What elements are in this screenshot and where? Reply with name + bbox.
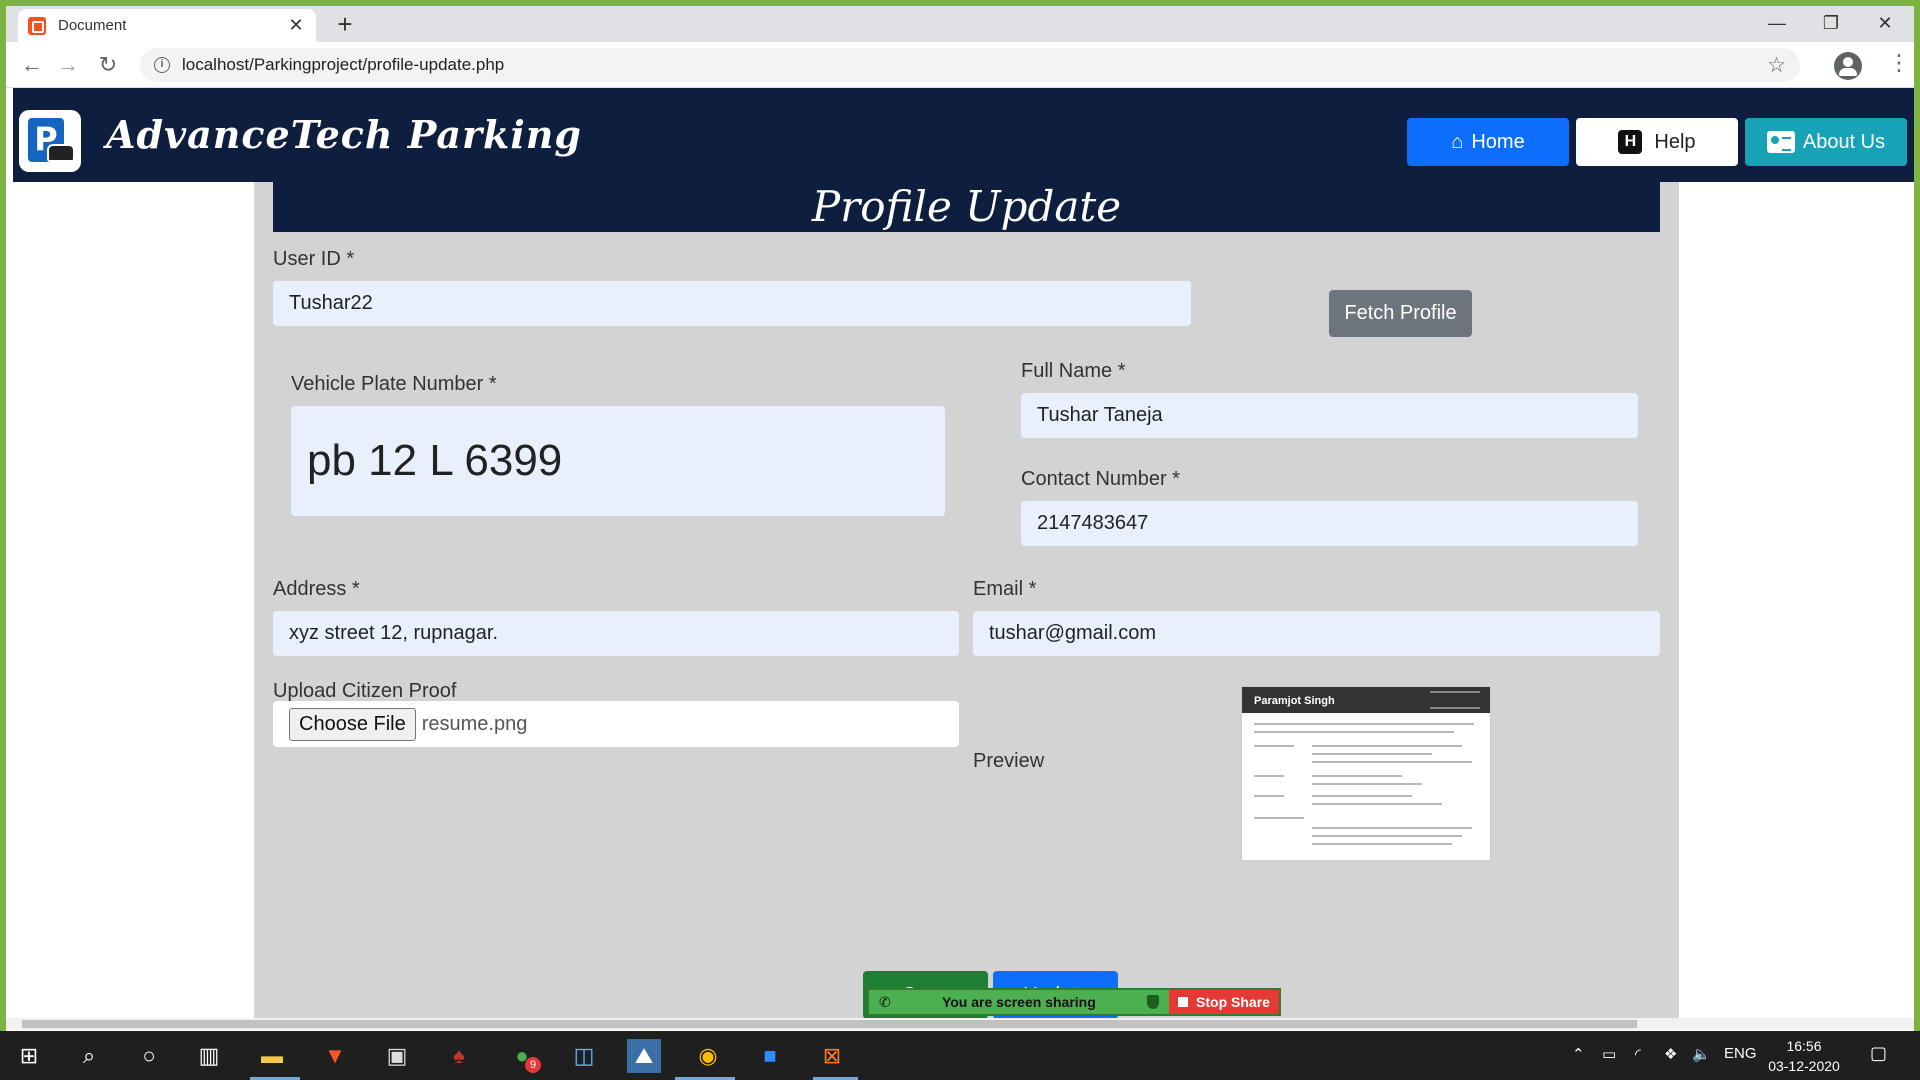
preview-label: Preview	[973, 750, 1045, 772]
bracket-app-icon[interactable]: ◫	[567, 1039, 601, 1073]
search-icon[interactable]: ⌕	[72, 1039, 106, 1073]
page-title: Profile Update	[273, 182, 1660, 232]
xampp-favicon-icon	[28, 16, 46, 35]
browser-toolbar: ← → ↻ i localhost/Parkingproject/profile…	[6, 42, 1914, 88]
windows-taskbar: ⊞ ⌕ ○ ▥ ▬ ▼ ▣ ♠ ● 9 ◫ ⛰ ◉ ■ ⊠ ⌃ ▭ ◜ ❖ 🔈 E…	[0, 1031, 1920, 1080]
profile-update-panel: Profile Update User ID * Tushar22 Fetch …	[254, 182, 1679, 1018]
help-label: Help	[1654, 130, 1696, 153]
address-bar[interactable]: i localhost/Parkingproject/profile-updat…	[140, 48, 1800, 82]
tab-title: Document	[58, 17, 127, 34]
about-label: About Us	[1802, 130, 1886, 153]
store-bag-icon[interactable]: ▣	[380, 1039, 414, 1073]
system-clock[interactable]: 16:56 03-12-2020	[1758, 1036, 1850, 1076]
fetch-profile-button[interactable]: Fetch Profile	[1329, 290, 1472, 337]
selected-file-name: resume.png	[421, 712, 528, 735]
new-tab-button[interactable]: +	[330, 10, 360, 38]
minimize-button[interactable]: —	[1750, 8, 1804, 38]
vehicle-plate-input[interactable]: pb 12 L 6399	[291, 406, 945, 516]
user-id-label: User ID *	[273, 248, 355, 270]
tab-close-icon[interactable]: ✕	[286, 15, 306, 36]
site-header: P AdvanceTech Parking ⌂ Home H Help Abou…	[13, 88, 1914, 182]
predator-app-icon[interactable]: ♠	[442, 1039, 476, 1073]
home-button[interactable]: ⌂ Home	[1407, 118, 1569, 166]
notification-badge: 9	[525, 1057, 541, 1073]
vehicle-plate-label: Vehicle Plate Number *	[291, 373, 497, 395]
email-label: Email *	[973, 578, 1037, 600]
cortana-circle-icon[interactable]: ○	[132, 1039, 166, 1073]
choose-file-button[interactable]: Choose File	[289, 707, 416, 741]
volume-icon[interactable]: 🔈	[1692, 1045, 1711, 1063]
address-input[interactable]: xyz street 12, rupnagar.	[273, 611, 959, 656]
help-button[interactable]: H Help	[1576, 118, 1738, 166]
address-label: Address *	[273, 578, 360, 600]
home-label: Home	[1471, 130, 1525, 153]
language-indicator[interactable]: ENG	[1724, 1045, 1757, 1062]
contact-number-label: Contact Number *	[1021, 468, 1180, 490]
user-id-input[interactable]: Tushar22	[273, 281, 1191, 326]
stop-share-label: Stop Share	[1196, 994, 1270, 1010]
about-us-button[interactable]: About Us	[1745, 118, 1907, 166]
close-window-button[interactable]: ✕	[1858, 8, 1912, 38]
web-page: P AdvanceTech Parking ⌂ Home H Help Abou…	[13, 88, 1914, 1018]
photos-icon[interactable]: ⛰	[627, 1039, 661, 1073]
preview-doc-name: Paramjot Singh	[1254, 695, 1335, 707]
menu-kebab-icon[interactable]: ⋮	[1888, 50, 1910, 76]
reload-icon[interactable]: ↻	[93, 50, 123, 80]
restore-button[interactable]: ❐	[1804, 8, 1858, 38]
dropbox-icon[interactable]: ❖	[1664, 1045, 1677, 1063]
tab-strip: Document ✕ + — ❐ ✕	[6, 6, 1914, 42]
parking-logo-icon: P	[19, 110, 81, 172]
citizen-proof-label: Upload Citizen Proof	[273, 680, 457, 702]
id-card-icon	[1766, 131, 1795, 153]
back-arrow-icon[interactable]: ←	[17, 50, 47, 80]
citizen-proof-file-input[interactable]: Choose File resume.png	[273, 701, 959, 747]
task-view-icon[interactable]: ▥	[192, 1039, 226, 1073]
document-preview-image: Paramjot Singh	[1241, 686, 1491, 861]
screen-share-status: ✆ You are screen sharing	[869, 990, 1169, 1014]
clock-time: 16:56	[1786, 1038, 1822, 1054]
bookmark-star-icon[interactable]: ☆	[1767, 53, 1786, 78]
browser-tab[interactable]: Document ✕	[18, 9, 316, 42]
info-icon[interactable]: i	[154, 57, 170, 73]
shield-icon	[1147, 995, 1159, 1009]
zoom-icon[interactable]: ■	[753, 1039, 787, 1073]
email-input[interactable]: tushar@gmail.com	[973, 611, 1660, 656]
stop-square-icon	[1178, 997, 1189, 1007]
contact-number-input[interactable]: 2147483647	[1021, 501, 1638, 546]
windows-start-icon[interactable]: ⊞	[12, 1039, 46, 1073]
stop-share-button[interactable]: Stop Share	[1169, 990, 1279, 1014]
horizontal-scrollbar[interactable]	[6, 1018, 1914, 1030]
scrollbar-thumb[interactable]	[22, 1020, 1637, 1028]
brave-browser-icon[interactable]: ▼	[318, 1039, 352, 1073]
help-h-icon: H	[1618, 130, 1643, 154]
clock-date: 03-12-2020	[1768, 1058, 1840, 1074]
brand-title: AdvanceTech Parking	[106, 112, 582, 157]
browser-window: Document ✕ + — ❐ ✕ ← → ↻ i localhost/Par…	[6, 6, 1914, 1031]
chrome-icon[interactable]: ◉	[691, 1039, 725, 1073]
home-icon: ⌂	[1451, 130, 1464, 153]
chrome-notification-icon[interactable]: ● 9	[505, 1039, 541, 1073]
wifi-icon[interactable]: ◜	[1635, 1045, 1641, 1063]
screen-share-bar: ✆ You are screen sharing Stop Share	[867, 988, 1281, 1016]
phone-icon: ✆	[879, 993, 891, 1010]
forward-arrow-icon[interactable]: →	[53, 50, 83, 80]
screen-share-message: You are screen sharing	[941, 994, 1096, 1010]
battery-icon[interactable]: ▭	[1602, 1045, 1616, 1063]
notifications-icon[interactable]: ▢	[1870, 1043, 1887, 1064]
full-name-input[interactable]: Tushar Taneja	[1021, 393, 1638, 438]
file-explorer-icon[interactable]: ▬	[255, 1039, 289, 1073]
xampp-icon[interactable]: ⊠	[815, 1039, 849, 1073]
url-text: localhost/Parkingproject/profile-update.…	[182, 55, 505, 74]
profile-avatar-icon[interactable]	[1834, 52, 1862, 80]
full-name-label: Full Name *	[1021, 360, 1126, 382]
show-hidden-icons[interactable]: ⌃	[1572, 1045, 1585, 1063]
